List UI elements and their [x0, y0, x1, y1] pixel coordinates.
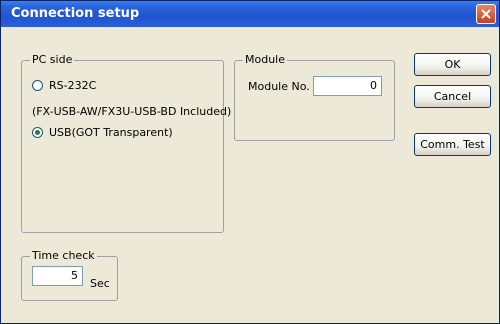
usb-got-label: USB(GOT Transparent): [49, 126, 173, 139]
cancel-button[interactable]: Cancel: [414, 85, 491, 108]
rs232c-label: RS-232C: [49, 79, 97, 92]
rs232c-radio-button[interactable]: [32, 80, 43, 91]
rs232c-radio[interactable]: RS-232C: [32, 79, 96, 92]
module-legend: Module: [243, 53, 287, 67]
module-no-input[interactable]: 0: [313, 76, 382, 96]
time-check-unit: Sec: [90, 277, 110, 290]
usb-got-radio[interactable]: USB(GOT Transparent): [32, 126, 173, 139]
module-no-label: Module No.: [248, 80, 310, 93]
window-title: Connection setup: [11, 6, 140, 21]
pc-side-legend: PC side: [30, 53, 75, 67]
close-icon: [481, 9, 491, 19]
connection-setup-dialog: Connection setup PC side RS-232C (FX-USB…: [0, 0, 500, 324]
close-button[interactable]: [476, 4, 496, 24]
time-check-input[interactable]: 5: [32, 266, 83, 286]
ok-button[interactable]: OK: [414, 53, 491, 76]
title-bar[interactable]: Connection setup: [1, 1, 499, 27]
comm-test-button[interactable]: Comm. Test: [414, 133, 491, 156]
module-group: Module: [234, 53, 395, 141]
included-note: (FX-USB-AW/FX3U-USB-BD Included): [32, 105, 232, 118]
usb-got-radio-button[interactable]: [32, 127, 43, 138]
time-check-legend: Time check: [30, 249, 97, 263]
